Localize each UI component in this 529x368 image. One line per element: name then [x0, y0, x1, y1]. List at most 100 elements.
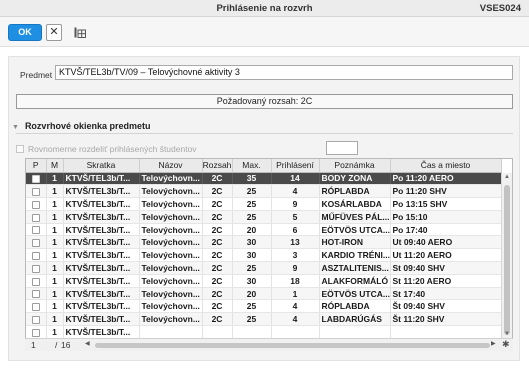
cell-cas: Ut 09:40 AERO [390, 235, 502, 250]
cell-p[interactable] [26, 312, 47, 327]
cell-prihlaseni: 3 [271, 248, 320, 263]
predmet-field[interactable]: KTVŠ/TEL3b/TV/09 – Telovýchovné aktivity… [55, 65, 513, 80]
row-checkbox[interactable] [31, 315, 40, 324]
cell-max: 25 [232, 312, 272, 327]
col-header-cas[interactable]: Čas a miesto [390, 159, 502, 173]
cell-prihlaseni: 4 [271, 312, 320, 327]
cell-p[interactable] [26, 223, 47, 237]
cell-nazov: Telovýchovn... [139, 235, 203, 250]
cell-rozsah: 2C [202, 274, 233, 288]
cell-max: 25 [232, 197, 272, 211]
cell-m: 1 [46, 274, 64, 288]
cell-p[interactable] [26, 184, 47, 199]
cell-nazov: Telovýchovn... [139, 197, 203, 211]
cell-prihlaseni: 14 [271, 172, 320, 186]
cell-p[interactable] [26, 197, 47, 211]
vertical-scrollbar[interactable]: ▲ ▼ [501, 173, 512, 339]
cell-m: 1 [46, 172, 64, 186]
cell-skratka: KTVŠ/TEL3b/T... [63, 274, 140, 288]
cell-max: 30 [232, 274, 272, 288]
gear-icon[interactable]: ✱ [502, 339, 510, 350]
cell-p[interactable] [26, 287, 47, 301]
collapse-triangle-icon[interactable]: ▼ [12, 124, 19, 131]
scroll-right-icon[interactable]: ▶ [491, 340, 496, 347]
distribute-checkbox[interactable] [16, 145, 24, 153]
row-checkbox[interactable] [31, 277, 40, 286]
cell-p[interactable] [26, 261, 47, 275]
table-row[interactable]: 1 KTVŠ/TEL3b/T... Telovýchovn... 2C 30 3 KARDI… [26, 248, 502, 263]
row-checkbox[interactable] [31, 175, 40, 184]
scroll-up-icon[interactable]: ▲ [502, 173, 512, 182]
scroll-thumb[interactable] [504, 185, 510, 335]
pager-separator: / [55, 340, 58, 350]
cell-p[interactable] [26, 172, 47, 186]
distribute-count-input[interactable] [326, 141, 358, 155]
table-row[interactable]: 1 KTVŠ/TEL3b/T... Telovýchovn... 2C 25 9 ASZTA… [26, 261, 502, 275]
cell-max: 30 [232, 248, 272, 263]
col-header-p[interactable]: P [26, 159, 47, 173]
row-checkbox[interactable] [31, 303, 40, 312]
pager-current[interactable]: 1 [31, 340, 36, 350]
cell-p[interactable] [26, 274, 47, 288]
cell-rozsah: 2C [202, 210, 233, 224]
table-row[interactable]: 1 KTVŠ/TEL3b/T... Telovýchovn... 2C 20 1 EÖTVÖ… [26, 287, 502, 301]
table-row[interactable]: 1 KTVŠ/TEL3b/T... Telovýchovn... 2C 35 14 BODY… [26, 172, 502, 186]
section-header[interactable]: ▼ Rozvrhové okienka predmetu [12, 121, 150, 131]
col-header-poznamka[interactable]: Poznámka [319, 159, 391, 173]
cell-p[interactable] [26, 325, 47, 339]
cell-skratka: KTVŠ/TEL3b/T... [63, 261, 140, 275]
cell-poznamka: ALAKFORMÁLÓ [319, 274, 391, 288]
table-row[interactable]: 1 KTVŠ/TEL3b/T... Telovýchovn... 2C 30 18 ALAK… [26, 274, 502, 288]
row-checkbox[interactable] [31, 239, 40, 248]
close-icon: ✕ [49, 26, 59, 38]
cell-skratka: KTVŠ/TEL3b/T... [63, 172, 140, 186]
cell-cas: St 17:40 [390, 287, 502, 301]
table-row[interactable]: 1 KTVŠ/TEL3b/T... Telovýchovn... 2C 30 13 HOT-… [26, 235, 502, 250]
table-row[interactable]: 1 KTVŠ/TEL3b/T... Telovýchovn... 2C 20 6 EÖTVÖ… [26, 223, 502, 237]
cell-max: 25 [232, 210, 272, 224]
cell-skratka: KTVŠ/TEL3b/T... [63, 210, 140, 224]
cell-rozsah: 2C [202, 299, 233, 314]
distribute-label: Rovnomerne rozdeliť prihlásených študent… [28, 144, 197, 154]
scroll-left-icon[interactable]: ◀ [85, 340, 90, 347]
horizontal-scroll-thumb[interactable] [95, 343, 490, 348]
cell-m: 1 [46, 210, 64, 224]
cell-m: 1 [46, 248, 64, 263]
cell-rozsah [202, 325, 233, 339]
close-button[interactable]: ✕ [46, 24, 62, 41]
cell-prihlaseni: 18 [271, 274, 320, 288]
row-checkbox[interactable] [31, 264, 40, 273]
table-row[interactable]: 1 KTVŠ/TEL3b/T... Telovýchovn... 2C 25 4 RÓPLA… [26, 299, 502, 314]
col-header-max[interactable]: Max. [232, 159, 272, 173]
col-header-skratka[interactable]: Skratka [63, 159, 140, 173]
table-row[interactable]: 1 KTVŠ/TEL3b/T... Telovýchovn... 2C 25 4 RÓPLA… [26, 184, 502, 199]
row-checkbox[interactable] [31, 226, 40, 235]
cell-p[interactable] [26, 248, 47, 263]
cell-p[interactable] [26, 235, 47, 250]
col-header-prihlaseni[interactable]: Prihlásení [271, 159, 320, 173]
cell-poznamka [319, 325, 391, 339]
cell-p[interactable] [26, 210, 47, 224]
table-row[interactable]: 1 KTVŠ/TEL3b/T... [26, 325, 502, 339]
cell-cas: Po 17:40 [390, 223, 502, 237]
cell-poznamka: ASZTALITENIS... [319, 261, 391, 275]
pager-total: 16 [61, 340, 71, 350]
table-row[interactable]: 1 KTVŠ/TEL3b/T... Telovýchovn... 2C 25 4 LABDA… [26, 312, 502, 327]
row-checkbox[interactable] [31, 251, 40, 260]
cell-prihlaseni: 4 [271, 184, 320, 199]
table-settings-icon[interactable] [74, 27, 86, 38]
cell-prihlaseni: 6 [271, 223, 320, 237]
ok-button[interactable]: OK [8, 24, 42, 41]
col-header-nazov[interactable]: Názov [139, 159, 203, 173]
col-header-m[interactable]: M [46, 159, 64, 173]
row-checkbox[interactable] [31, 213, 40, 222]
row-checkbox[interactable] [31, 200, 40, 209]
table-row[interactable]: 1 KTVŠ/TEL3b/T... Telovýchovn... 2C 25 9 KOSÁR… [26, 197, 502, 211]
col-header-rozsah[interactable]: Rozsah [202, 159, 233, 173]
row-checkbox[interactable] [31, 187, 40, 196]
cell-rozsah: 2C [202, 223, 233, 237]
cell-p[interactable] [26, 299, 47, 314]
row-checkbox[interactable] [31, 290, 40, 299]
table-row[interactable]: 1 KTVŠ/TEL3b/T... Telovýchovn... 2C 25 5 MŰFÜV… [26, 210, 502, 224]
row-checkbox[interactable] [31, 328, 40, 337]
